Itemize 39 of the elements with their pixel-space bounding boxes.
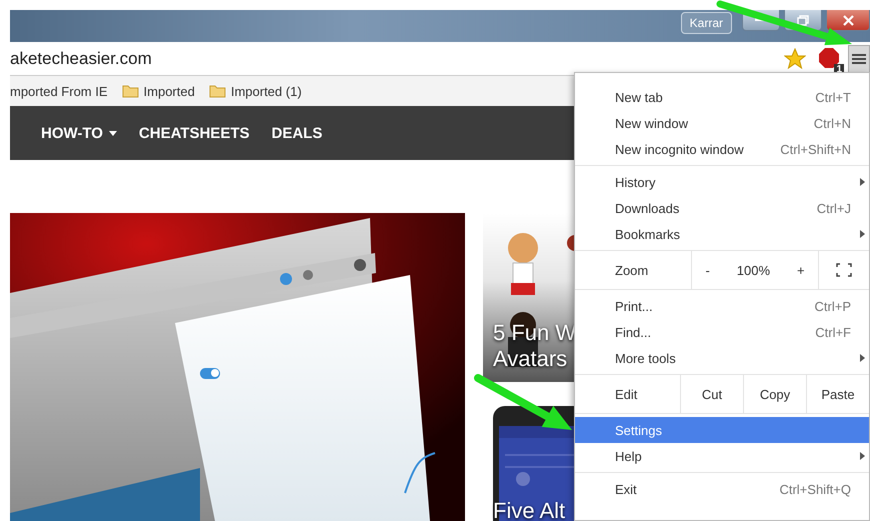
nav-link[interactable]: HOW-TO [41, 124, 117, 142]
menu-item[interactable]: History [575, 169, 869, 195]
caret-icon [108, 130, 117, 136]
menu-item[interactable]: Bookmarks [575, 221, 869, 247]
menu-item[interactable]: New incognito window Ctrl+Shift+N [575, 136, 869, 162]
submenu-arrow-icon [860, 354, 865, 362]
menu-item[interactable]: New window Ctrl+N [575, 110, 869, 136]
menu-button[interactable] [848, 44, 870, 72]
menu-item[interactable]: Help [575, 443, 869, 469]
star-icon[interactable] [784, 48, 806, 69]
menu-item[interactable]: Exit Ctrl+Shift+Q [575, 476, 869, 502]
folder-icon [208, 84, 226, 98]
bookmark-link[interactable]: Imported (1) [230, 84, 302, 98]
nav-link[interactable]: DEALS [272, 124, 322, 142]
menu-item[interactable]: Print... Ctrl+P [575, 293, 869, 319]
edit-action-button[interactable]: Paste [806, 375, 869, 413]
menu-item[interactable]: New tab Ctrl+T [575, 84, 869, 110]
edit-label: Edit [614, 386, 638, 404]
menu-item[interactable]: More tools [575, 345, 869, 371]
close-icon [842, 14, 854, 26]
submenu-arrow-icon [860, 230, 865, 238]
close-button[interactable] [826, 10, 870, 31]
menu-item[interactable]: Find... Ctrl+F [575, 319, 869, 345]
submenu-arrow-icon [860, 178, 865, 186]
restore-icon [797, 14, 809, 26]
zoom-out-button[interactable]: - [705, 262, 710, 278]
bookmark-link[interactable]: Imported [144, 84, 195, 98]
nav-link[interactable]: CHEATSHEETS [138, 124, 250, 142]
menu-item[interactable]: Downloads Ctrl+J [575, 195, 869, 221]
zoom-in-button[interactable]: + [796, 262, 805, 278]
menu-item[interactable]: Settings [575, 417, 869, 443]
menu-icon [852, 52, 866, 64]
address-field[interactable]: aketecheasier.com [10, 48, 784, 68]
zoom-level: 100% [736, 262, 770, 278]
submenu-arrow-icon [860, 452, 865, 460]
bookmark-link[interactable]: mported From IE [10, 84, 108, 98]
fullscreen-icon[interactable] [836, 263, 852, 277]
folder-icon [122, 84, 139, 98]
zoom-label: Zoom [575, 251, 692, 289]
